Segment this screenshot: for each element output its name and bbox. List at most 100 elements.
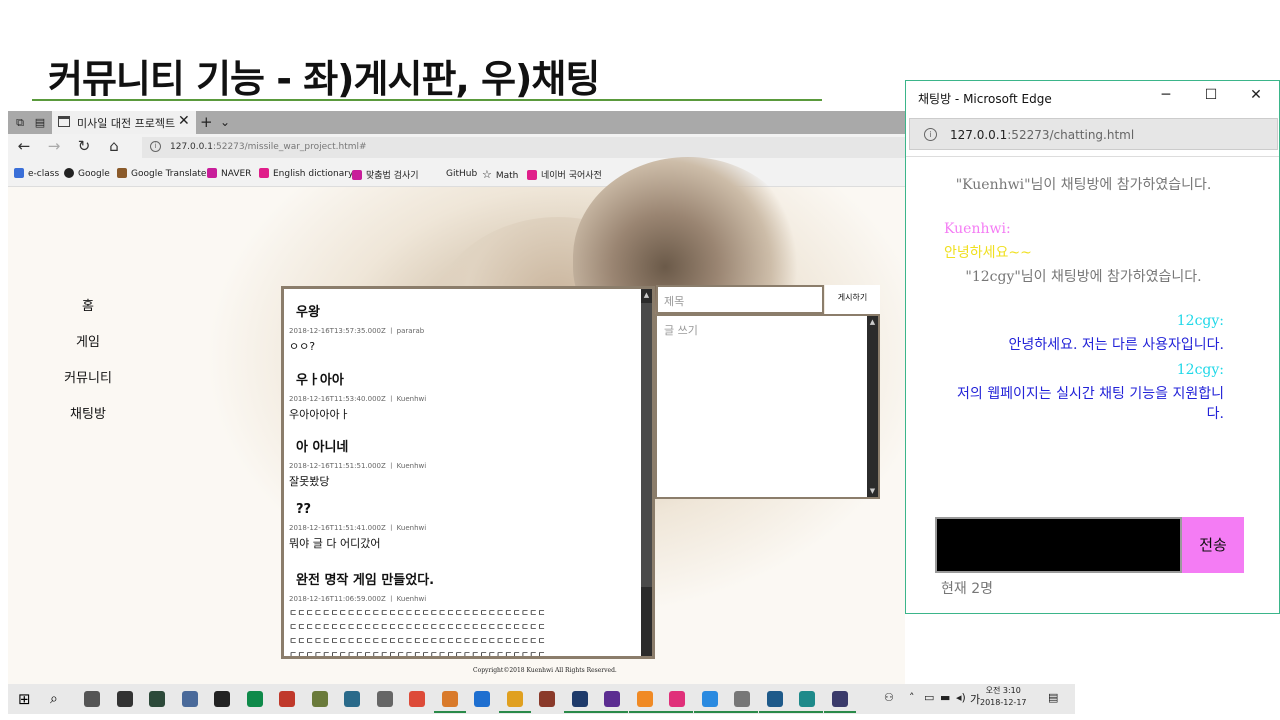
messenger-icon[interactable] [701,691,718,707]
chrome-icon[interactable] [409,691,425,707]
main-browser-window: ⧉ ▤ 미사일 대전 프로젝트 ✕ + ⌄ ← → ↻ ⌂ i 127.0.0.… [8,111,905,684]
forward-icon[interactable]: → [44,137,64,155]
favorite-google-translate[interactable]: Google Translate [117,168,206,179]
post-title: ?? [296,502,312,517]
clock[interactable]: 오전 3:10 2018-12-17 [980,685,1027,709]
scroll-up-icon[interactable]: ▲ [641,289,652,301]
send-button[interactable]: 전송 [1182,517,1244,573]
pc-icon[interactable] [279,691,295,707]
volume-icon[interactable]: ◂) [956,691,966,704]
post-body: ㄷㄷㄷㄷㄷㄷㄷㄷㄷㄷㄷㄷㄷㄷㄷㄷㄷㄷㄷㄷㄷㄷㄷㄷㄷㄷㄷㄷㄷㄷㄷ ㄷㄷㄷㄷㄷㄷㄷㄷ… [289,609,546,659]
scroll-up-icon[interactable]: ▲ [867,316,878,328]
nav-bar: ← → ↻ ⌂ i 127.0.0.1:52273/missile_war_pr… [8,134,905,161]
naver-icon [207,168,217,178]
chat-message-input[interactable] [935,517,1182,573]
chat-address-bar[interactable]: i 127.0.0.1:52273/chatting.html [909,118,1278,150]
favorite-math[interactable]: ☆ Math [482,168,518,181]
green-app-icon[interactable] [246,691,263,707]
favorite-github[interactable]: GitHub [432,168,477,179]
paint-icon[interactable] [506,691,523,707]
post-title-input[interactable]: 제목 [656,285,824,314]
info-icon[interactable]: i [924,128,937,141]
network-icon[interactable]: ▭ [924,691,934,704]
new-tab-icon[interactable]: + [200,113,213,131]
notification-icon[interactable]: ▤ [1048,691,1058,704]
tab-bar: ⧉ ▤ 미사일 대전 프로젝트 ✕ + ⌄ [8,111,905,134]
calculator-icon[interactable] [149,691,165,707]
post-item[interactable]: 아 아니네 2018-12-16T11:51:51.000Z ㅣ Kuenhwi… [289,436,629,490]
favorite-spellcheck[interactable]: 맞춤법 검사기 [352,168,419,181]
visual-studio-icon[interactable] [604,691,620,707]
post-item[interactable]: 완전 명작 게임 만들었다. 2018-12-16T11:06:59.000Z … [289,569,629,659]
menu-community[interactable]: 커뮤니티 [28,367,148,386]
divider [906,156,1279,157]
scroll-down-icon[interactable]: ▼ [867,485,878,497]
favorite-eclass[interactable]: e-class [14,168,59,179]
post-title: 우왕 [296,305,320,320]
task-view-icon[interactable] [84,691,100,707]
star-icon: ☆ [482,168,492,181]
visual-studio-code-icon[interactable] [571,691,588,707]
book-icon[interactable] [539,691,555,707]
favorite-naver[interactable]: NAVER [207,168,251,179]
minimize-icon[interactable]: ─ [1156,87,1176,107]
post-body-textarea[interactable]: 글 쓰기 ▲ ▼ [655,314,880,499]
back-icon[interactable]: ← [14,137,34,155]
info-icon[interactable]: i [150,141,161,152]
store-icon[interactable] [116,691,133,707]
home-icon[interactable]: ⌂ [104,137,124,155]
music-icon[interactable] [669,691,685,707]
chat-message: 저의 웹페이지는 실시간 채팅 기능을 지원합니다. [957,386,1224,422]
tab-preview-icon[interactable]: ▤ [32,115,48,130]
battery-icon[interactable]: ▬ [940,691,950,704]
start-icon[interactable]: ⊞ [18,691,34,707]
menu-chatroom[interactable]: 채팅방 [28,403,148,422]
post-title: 완전 명작 게임 만들었다. [296,573,435,588]
close-tab-icon[interactable]: ✕ [178,113,190,129]
post-item[interactable]: 우ㅏ아아 2018-12-16T11:53:40.000Z ㅣ Kuenhwi … [289,369,629,423]
tab-missile-war[interactable]: 미사일 대전 프로젝트 ✕ [52,111,196,134]
photo-icon[interactable] [799,691,815,707]
textarea-scrollbar[interactable]: ▲ ▼ [867,316,878,497]
ime-indicator[interactable]: 가 [970,691,980,707]
title-underline [32,99,822,101]
image-editor-icon[interactable] [376,691,393,707]
window-icon[interactable] [734,691,750,707]
board-list[interactable]: 우왕 2018-12-16T13:57:35.000Z ㅣ pararab ㅇㅇ… [281,286,655,659]
tool-icon[interactable] [344,691,360,707]
scroll-thumb[interactable] [641,303,652,587]
people-icon[interactable]: ⚇ [884,691,894,704]
close-icon[interactable]: ✕ [1246,87,1266,107]
post-body-placeholder: 글 쓰기 [664,324,698,337]
menu-home[interactable]: 홈 [28,295,148,314]
bandizip-icon[interactable] [441,691,458,707]
address-bar[interactable]: i 127.0.0.1:52273/missile_war_project.ht… [142,137,905,158]
favorite-google[interactable]: Google [64,168,110,179]
refresh-icon[interactable]: ↻ [74,137,94,155]
mail-icon[interactable] [214,691,230,707]
board-scrollbar[interactable]: ▲ [641,289,652,656]
running-indicator [693,711,726,713]
spellcheck-icon [352,170,362,180]
database-icon[interactable] [311,691,328,707]
sublime-icon[interactable] [636,691,653,707]
favorite-english-dictionary[interactable]: English dictionary [259,168,353,179]
favorites-bar: e-class Google Google Translate NAVER En… [8,161,905,187]
running-indicator [628,711,661,713]
edge-icon[interactable] [474,691,490,707]
menu-game[interactable]: 게임 [28,331,148,350]
post-item[interactable]: ?? 2018-12-16T11:51:41.000Z ㅣ Kuenhwi 뭐야… [289,502,629,552]
post-item[interactable]: 우왕 2018-12-16T13:57:35.000Z ㅣ pararab ㅇㅇ… [289,301,629,355]
submit-post-button[interactable]: 게시하기 [825,285,880,314]
search-icon[interactable]: ⌕ [50,691,66,707]
chat-message: 안녕하세요. 저는 다른 사용자입니다. [1008,337,1224,353]
tab-title: 미사일 대전 프로젝트 [77,117,176,130]
tray-expand-icon[interactable]: ˄ [909,691,915,704]
tab-actions-icon[interactable]: ⧉ [12,115,28,130]
eclipse-icon[interactable] [831,691,848,707]
scanner-icon[interactable] [181,691,198,707]
tab-menu-icon[interactable]: ⌄ [220,115,230,129]
favorite-korean-dictionary[interactable]: 네이버 국어사전 [527,168,602,181]
maximize-icon[interactable]: ☐ [1201,87,1221,107]
terminal-icon[interactable] [766,691,783,707]
